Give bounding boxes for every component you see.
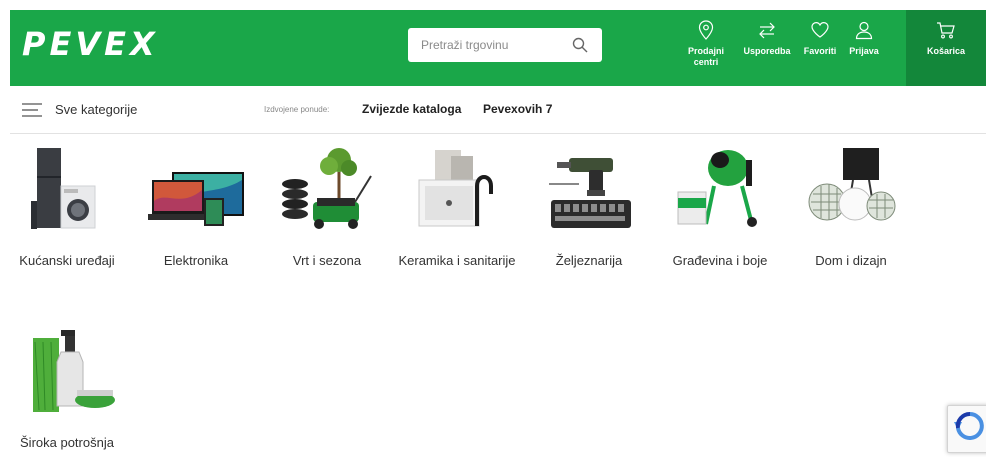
heart-icon [811,21,829,38]
category-kucanski-uredaji[interactable]: Kućanski uređaji [8,146,126,269]
cart-icon [937,22,955,39]
featured-link-catalog-stars[interactable]: Zvijezde kataloga [362,102,461,116]
sub-navigation: Sve kategorije Izdvojene ponude: Zvijezd… [10,86,986,134]
cleaning-image [33,330,115,412]
featured-offers-label: Izdvojene ponude: [264,105,330,114]
category-vrt-i-sezona[interactable]: Vrt i sezona [268,146,386,269]
compare-arrows-icon [759,22,775,39]
category-elektronika[interactable]: Elektronika [137,146,255,269]
location-pin-icon [698,20,714,40]
search-box[interactable]: Pretraži trgovinu [408,28,602,62]
cart-button[interactable]: Košarica [906,10,986,86]
home-decor-image [808,148,896,221]
search-icon[interactable] [572,37,588,53]
category-label: Vrt i sezona [292,253,362,268]
category-label: Građevina i boje [672,253,768,268]
electronics-image [148,172,244,226]
cement-mixer-image [677,150,757,227]
recaptcha-icon [954,411,984,440]
category-label: Keramika i sanitarije [398,253,516,268]
category-zeljeznarija[interactable]: Željeznarija [530,146,648,269]
login-link[interactable]: Prijava [844,20,884,57]
favorites-label: Favoriti [803,46,837,56]
site-header: PEVEX Pretraži trgovinu Prodajni centri … [10,10,986,86]
category-gradevina-i-boje[interactable]: Građevina i boje [661,146,779,269]
category-label: Željeznarija [555,253,623,268]
pevex-logo[interactable]: PEVEX [22,26,182,62]
store-locator-label: Prodajni centri [687,46,724,67]
category-label: Elektronika [163,253,229,268]
cart-label: Košarica [926,46,966,56]
appliances-image [31,148,96,229]
all-categories-link[interactable]: Sve kategorije [55,102,137,117]
category-label: Široka potrošnja [20,435,114,450]
store-locator-link[interactable]: Prodajni centri [682,20,730,68]
recaptcha-badge[interactable] [947,405,986,453]
garden-image [282,148,372,229]
hamburger-menu-icon[interactable] [22,102,42,118]
category-keramika-i-sanitarije[interactable]: Keramika i sanitarije [398,146,516,269]
compare-label: Usporedba [743,46,791,56]
category-label: Kućanski uređaji [19,253,115,268]
favorites-link[interactable]: Favoriti [800,20,840,57]
category-dom-i-dizajn[interactable]: Dom i dizajn [792,146,910,269]
user-icon [855,21,873,40]
cart-item[interactable]: Košarica [906,20,986,57]
search-placeholder[interactable]: Pretraži trgovinu [421,38,508,52]
sink-image [418,150,493,227]
svg-text:PEVEX: PEVEX [22,26,159,62]
tools-image [549,158,631,228]
category-label: Dom i dizajn [815,253,887,268]
login-label: Prijava [849,46,879,56]
featured-link-pevex-7[interactable]: Pevexovih 7 [483,102,552,116]
compare-link[interactable]: Usporedba [742,20,792,57]
category-siroka-potrosnja[interactable]: Široka potrošnja [8,328,126,451]
